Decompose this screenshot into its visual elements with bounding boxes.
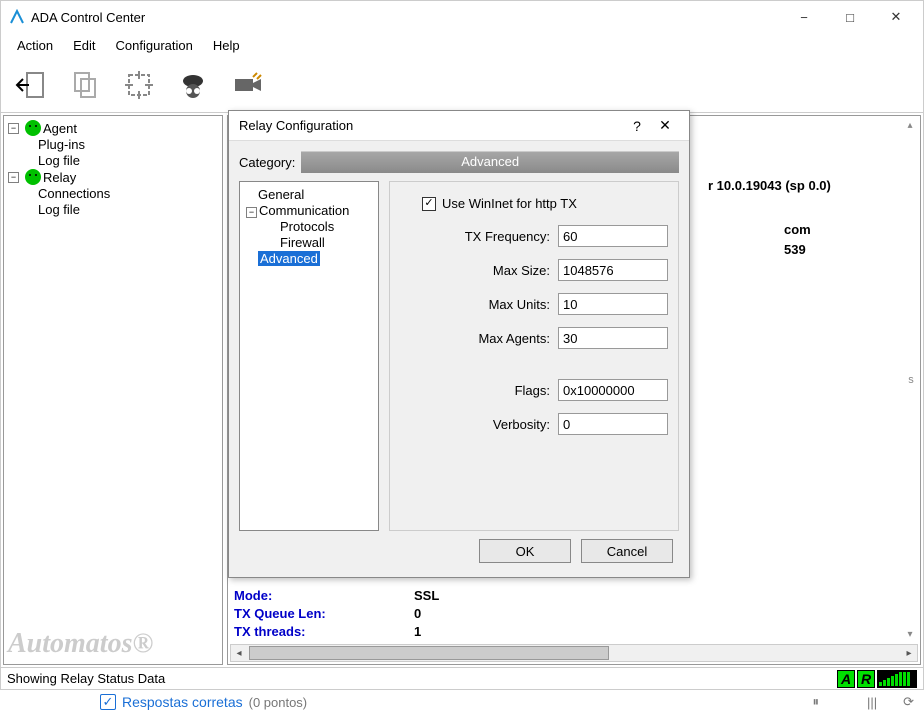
cat-general[interactable]: General — [256, 187, 376, 202]
collapse-icon[interactable]: − — [246, 207, 257, 218]
tree-item-plugins[interactable]: Plug-ins — [38, 137, 220, 152]
max-agents-input[interactable] — [558, 327, 668, 349]
menubar: Action Edit Configuration Help — [1, 33, 923, 57]
max-size-label: Max Size: — [493, 263, 550, 278]
flags-label: Flags: — [515, 383, 550, 398]
cat-protocols[interactable]: Protocols — [278, 219, 376, 234]
smiley-icon — [25, 120, 41, 136]
quiz-text: Respostas corretas — [122, 694, 243, 710]
flags-input[interactable] — [558, 379, 668, 401]
ok-button[interactable]: OK — [479, 539, 571, 563]
background-quiz-row: ✓ Respostas corretas (0 pontos) ⏸ ||| ⟳ — [100, 691, 924, 713]
category-label: Category: — [239, 155, 295, 170]
app-icon — [9, 9, 25, 25]
tx-frequency-label: TX Frequency: — [465, 229, 550, 244]
tree-item-agent[interactable]: − Agent — [8, 120, 220, 136]
toolbar-target-icon[interactable] — [115, 61, 163, 109]
txqueue-label: TX Queue Len: — [234, 606, 326, 621]
domain-tail-text: com — [784, 222, 811, 237]
titlebar: ADA Control Center − □ ✕ — [1, 1, 923, 33]
menu-edit[interactable]: Edit — [65, 36, 103, 55]
tree-label: Agent — [43, 121, 77, 136]
cat-communication[interactable]: −Communication — [244, 203, 376, 218]
toolbar-copy-icon[interactable] — [61, 61, 109, 109]
scroll-right-icon[interactable]: ▸ — [901, 645, 917, 661]
menu-help[interactable]: Help — [205, 36, 248, 55]
dialog-help-button[interactable]: ? — [623, 112, 651, 140]
dialog-titlebar: Relay Configuration ? ✕ — [229, 111, 689, 141]
status-text: Showing Relay Status Data — [7, 671, 837, 686]
misc-icon: ⟳ — [903, 694, 914, 710]
mode-value: SSL — [414, 588, 439, 603]
verbosity-input[interactable] — [558, 413, 668, 435]
cat-advanced[interactable]: Advanced — [256, 251, 376, 266]
tree-item-relay[interactable]: − Relay — [8, 169, 220, 185]
relay-config-dialog: Relay Configuration ? ✕ Category: Advanc… — [228, 110, 690, 578]
dialog-title: Relay Configuration — [239, 118, 623, 133]
os-version-text: r 10.0.19043 (sp 0.0) — [708, 178, 831, 193]
use-wininet-checkbox[interactable] — [422, 197, 436, 211]
brand-logo: Automatos® — [8, 628, 153, 660]
tree-label: Relay — [43, 170, 76, 185]
window-title: ADA Control Center — [31, 10, 781, 25]
cat-firewall[interactable]: Firewall — [278, 235, 376, 250]
vertical-scrollbar[interactable]: ▴ s ▾ — [902, 118, 918, 642]
collapse-icon[interactable]: − — [8, 172, 19, 183]
horizontal-scrollbar[interactable]: ◂ ▸ — [230, 644, 918, 662]
max-agents-label: Max Agents: — [478, 331, 550, 346]
nav-tree: − Agent Plug-ins Log file − Relay Connec… — [3, 115, 223, 665]
close-button[interactable]: ✕ — [873, 3, 919, 31]
toolbar — [1, 57, 923, 113]
max-units-input[interactable] — [558, 293, 668, 315]
toolbar-spy-icon[interactable] — [169, 61, 217, 109]
toolbar-exit-icon[interactable] — [7, 61, 55, 109]
settings-panel: Use WinInet for http TX TX Frequency: Ma… — [389, 181, 679, 531]
cancel-button[interactable]: Cancel — [581, 539, 673, 563]
category-tree: General −Communication Protocols Firewal… — [239, 181, 379, 531]
maximize-button[interactable]: □ — [827, 3, 873, 31]
max-units-label: Max Units: — [489, 297, 550, 312]
minimize-button[interactable]: − — [781, 3, 827, 31]
status-relay-icon: R — [857, 670, 875, 688]
toolbar-camera-icon[interactable] — [223, 61, 271, 109]
tree-item-relay-logfile[interactable]: Log file — [38, 202, 220, 217]
dialog-close-button[interactable]: ✕ — [651, 112, 679, 140]
status-agent-icon: A — [837, 670, 855, 688]
tree-item-agent-logfile[interactable]: Log file — [38, 153, 220, 168]
scroll-left-icon[interactable]: ◂ — [231, 645, 247, 661]
checkbox-icon: ✓ — [100, 694, 116, 710]
use-wininet-label: Use WinInet for http TX — [442, 196, 577, 211]
collapse-icon[interactable]: − — [8, 123, 19, 134]
verbosity-label: Verbosity: — [493, 417, 550, 432]
bars-icon: ||| — [867, 695, 877, 710]
max-size-input[interactable] — [558, 259, 668, 281]
category-banner: Advanced — [301, 151, 679, 173]
smiley-icon — [25, 169, 41, 185]
txthreads-value: 1 — [414, 624, 421, 639]
scroll-thumb[interactable] — [249, 646, 609, 660]
use-wininet-row[interactable]: Use WinInet for http TX — [422, 196, 668, 211]
menu-action[interactable]: Action — [9, 36, 61, 55]
status-activity-icon — [877, 670, 917, 688]
mode-label: Mode: — [234, 588, 272, 603]
pause-icon: ⏸ — [812, 694, 821, 710]
tx-frequency-input[interactable] — [558, 225, 668, 247]
statusbar: Showing Relay Status Data A R — [1, 667, 923, 689]
menu-configuration[interactable]: Configuration — [108, 36, 201, 55]
txqueue-value: 0 — [414, 606, 421, 621]
tree-item-connections[interactable]: Connections — [38, 186, 220, 201]
number-text: 539 — [784, 242, 806, 257]
quiz-points: (0 pontos) — [249, 695, 308, 710]
txthreads-label: TX threads: — [234, 624, 306, 639]
